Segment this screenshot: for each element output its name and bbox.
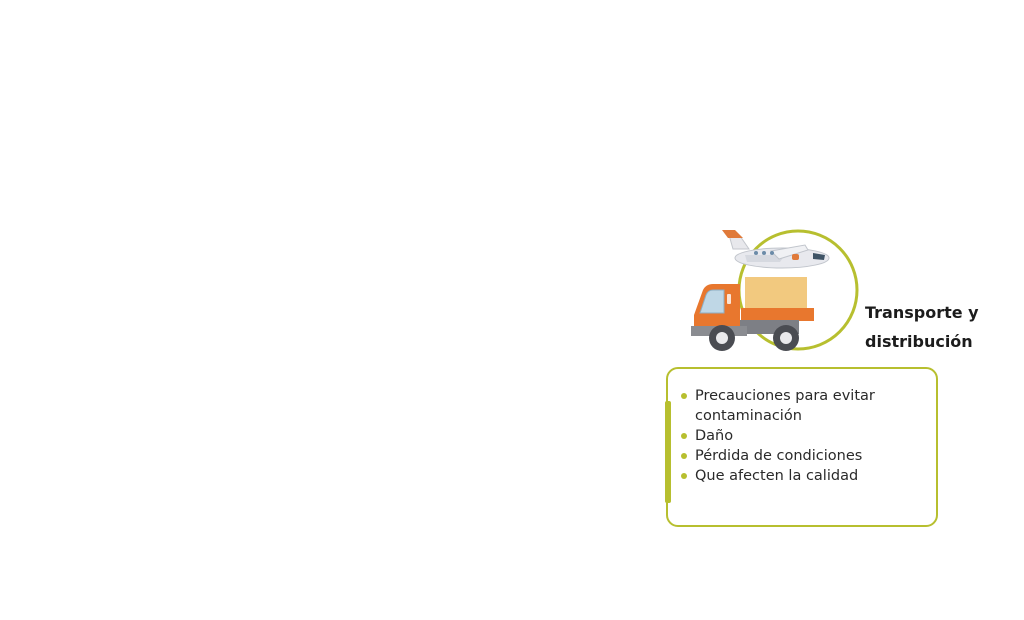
list-item: Precauciones para evitar contaminación bbox=[680, 386, 930, 426]
details-list: Precauciones para evitar contaminación D… bbox=[680, 386, 930, 486]
list-item: Daño bbox=[680, 426, 930, 446]
bullet-dot-icon bbox=[681, 393, 687, 399]
card-accent-bar bbox=[665, 401, 671, 503]
bullet-dot-icon bbox=[681, 453, 687, 459]
stage-title-line-1: Transporte y bbox=[865, 303, 979, 322]
list-item-text: Que afecten la calidad bbox=[695, 468, 859, 484]
list-item-text: Precauciones para evitar contaminación bbox=[695, 388, 875, 424]
list-item-text: Pérdida de condiciones bbox=[695, 448, 863, 464]
list-item: Pérdida de condiciones bbox=[680, 446, 930, 466]
stage-title-line-2: distribución bbox=[865, 332, 973, 351]
bullet-dot-icon bbox=[681, 433, 687, 439]
details-card: Precauciones para evitar contaminación D… bbox=[665, 367, 938, 527]
stage-title: Transporte y distribución bbox=[865, 298, 1015, 356]
truck-and-airplane-icon bbox=[691, 229, 859, 351]
list-item: Que afecten la calidad bbox=[680, 466, 930, 486]
transport-illustration bbox=[685, 222, 865, 357]
bullet-dot-icon bbox=[681, 473, 687, 479]
list-item-text: Daño bbox=[695, 428, 734, 444]
truck-icon bbox=[691, 277, 814, 351]
